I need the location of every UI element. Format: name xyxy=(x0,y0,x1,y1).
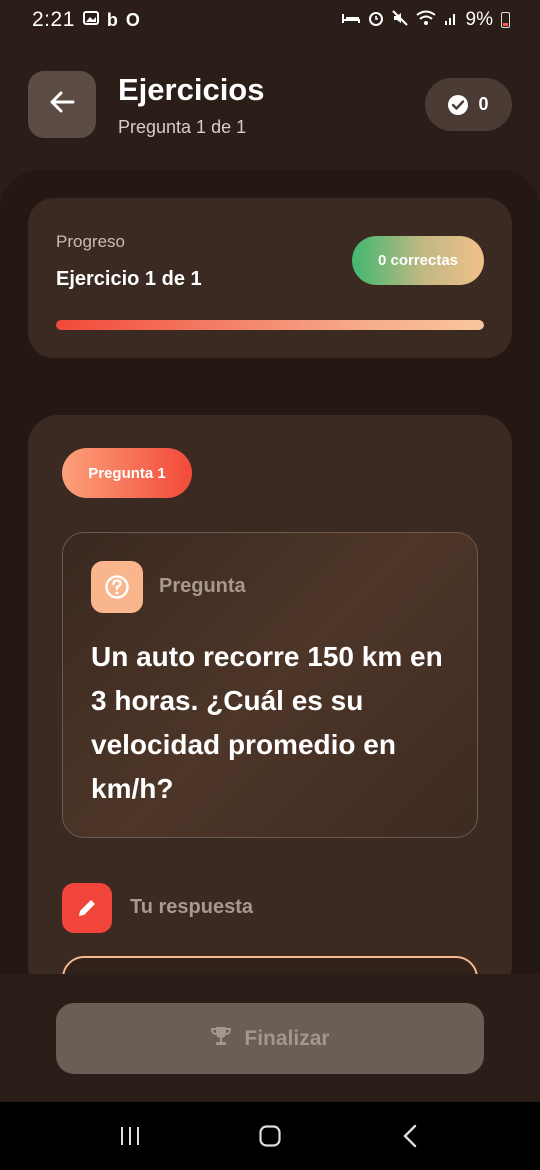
gallery-icon xyxy=(82,11,99,29)
home-icon xyxy=(259,1125,281,1147)
wifi-icon xyxy=(415,10,436,30)
status-bar: 2:21 b O 9% xyxy=(0,0,540,40)
recent-apps-icon xyxy=(121,1127,139,1145)
question-icon xyxy=(91,561,143,613)
page-title: Ejercicios xyxy=(118,72,265,107)
trophy-icon xyxy=(210,1025,232,1053)
question-card: Pregunta 1 Pregunta Un auto recorre 150 … xyxy=(28,415,512,995)
back-nav-icon xyxy=(403,1124,417,1148)
finish-button[interactable]: Finalizar xyxy=(56,1003,484,1074)
back-nav-button[interactable] xyxy=(390,1116,430,1156)
status-right: 9% xyxy=(341,9,510,31)
home-button[interactable] xyxy=(250,1116,290,1156)
progress-label: Progreso xyxy=(56,232,125,251)
question-text: Un auto recorre 150 km en 3 horas. ¿Cuál… xyxy=(91,641,443,804)
signal-icon xyxy=(444,11,458,29)
answer-label: Tu respuesta xyxy=(130,896,253,918)
b-app-icon: b xyxy=(106,10,118,30)
progress-bar-fill xyxy=(56,320,484,330)
bottom-bar: Finalizar xyxy=(0,974,540,1102)
system-nav-bar xyxy=(0,1102,540,1170)
question-section-label: Pregunta xyxy=(159,575,246,597)
progress-card: Progreso Ejercicio 1 de 1 0 correctas xyxy=(28,198,512,358)
battery-percent: 9% xyxy=(465,9,493,30)
mute-icon xyxy=(391,10,408,30)
finish-label: Finalizar xyxy=(244,1026,330,1050)
score-value: 0 xyxy=(478,94,489,114)
question-number-tag: Pregunta 1 xyxy=(62,448,192,498)
alarm-icon xyxy=(368,10,384,30)
back-arrow-icon xyxy=(49,90,75,119)
check-circle-icon xyxy=(448,94,469,115)
battery-icon xyxy=(501,12,510,28)
correct-count-badge: 0 correctas xyxy=(352,236,484,285)
page-subtitle: Pregunta 1 de 1 xyxy=(118,117,247,137)
bed-icon xyxy=(341,12,360,28)
recent-apps-button[interactable] xyxy=(110,1116,150,1156)
progress-bar xyxy=(56,320,484,330)
pencil-icon xyxy=(62,883,112,933)
status-time: 2:21 xyxy=(32,8,75,31)
question-box: Pregunta Un auto recorre 150 km en 3 hor… xyxy=(62,532,478,838)
progress-title: Ejercicio 1 de 1 xyxy=(56,268,202,290)
status-left: 2:21 b O xyxy=(32,8,140,32)
back-button[interactable] xyxy=(28,71,96,138)
score-badge: 0 xyxy=(425,78,512,131)
o-app-icon: O xyxy=(125,10,140,30)
header: Ejercicios Pregunta 1 de 1 0 xyxy=(0,60,540,150)
main-sheet: Progreso Ejercicio 1 de 1 0 correctas Pr… xyxy=(0,170,540,1010)
